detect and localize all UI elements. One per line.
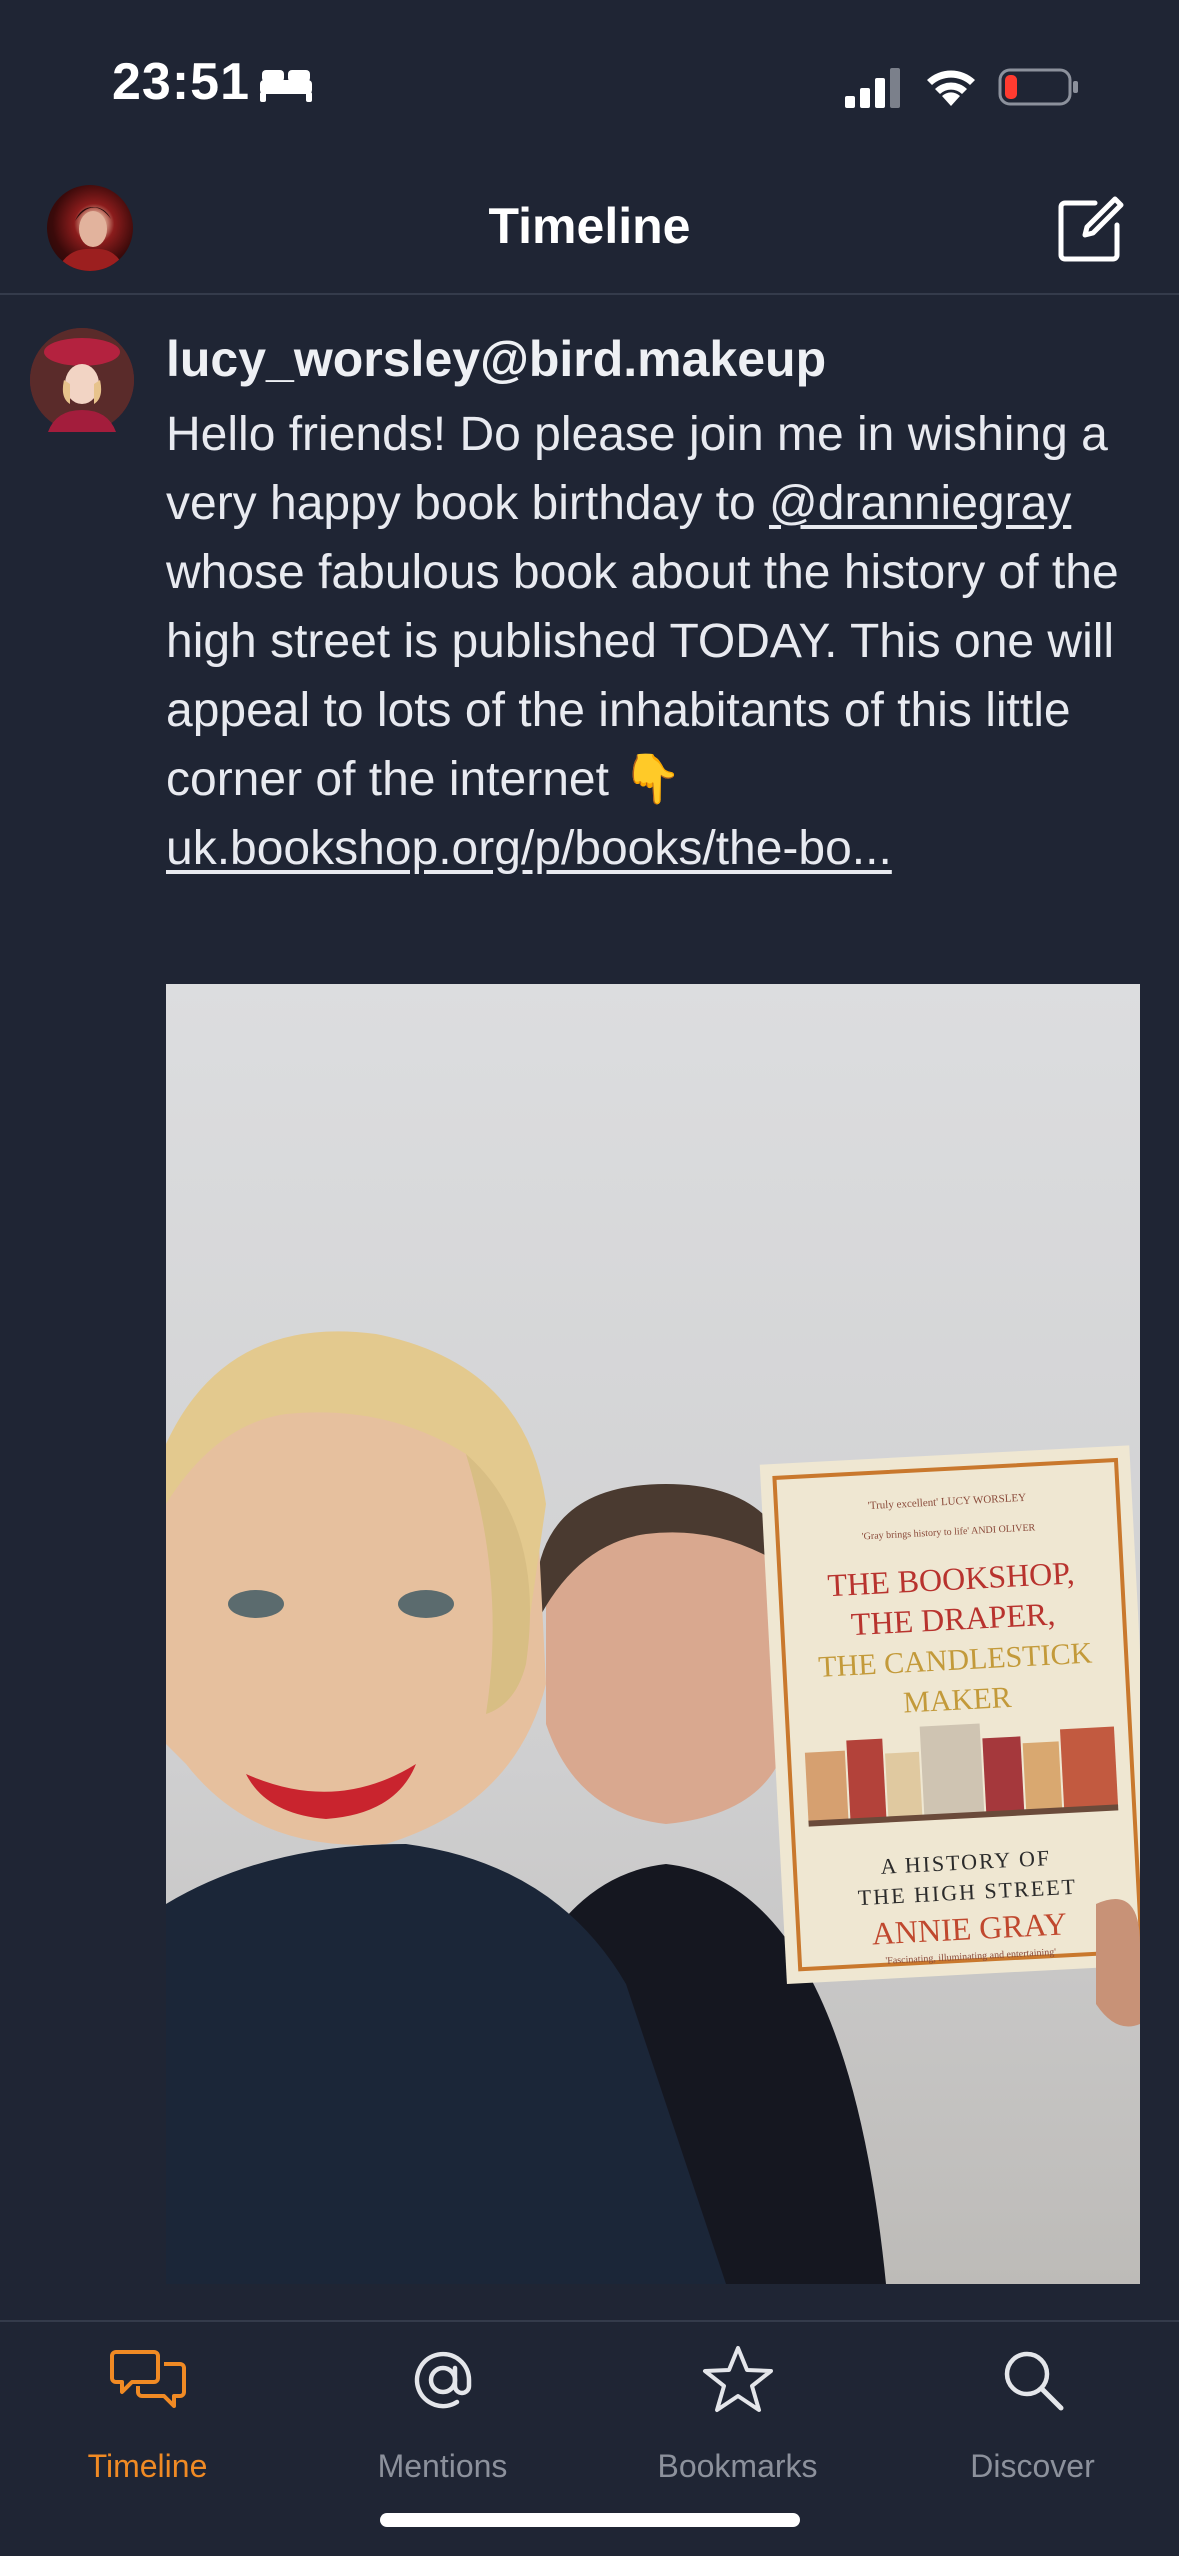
home-indicator[interactable] <box>380 2513 800 2527</box>
compose-icon[interactable] <box>1055 195 1125 265</box>
tab-bookmarks[interactable]: Bookmarks <box>590 2322 885 2502</box>
page-title: Timeline <box>488 198 691 254</box>
post-author-handle[interactable]: lucy_worsley@bird.makeup <box>166 330 826 388</box>
tab-label: Bookmarks <box>657 2448 818 2484</box>
battery-low-icon <box>998 68 1078 106</box>
star-icon <box>703 2346 773 2412</box>
wifi-icon <box>927 70 975 106</box>
post-body: Hello friends! Do please join me in wish… <box>166 400 1156 883</box>
screen: 23:51 Timeline lucy_worsley@bird.makeup … <box>0 0 1179 2556</box>
post-image[interactable]: 'Truly excellent' LUCY WORSLEY 'Gray bri… <box>166 984 1140 2284</box>
cellular-signal-icon <box>845 68 900 108</box>
search-icon <box>1004 2351 1064 2411</box>
photo-illustration: 'Truly excellent' LUCY WORSLEY 'Gray bri… <box>166 984 1140 2284</box>
bed-icon <box>260 70 312 102</box>
status-time: 23:51 <box>112 53 250 111</box>
tab-timeline[interactable]: Timeline <box>0 2322 295 2502</box>
post-author-avatar[interactable] <box>30 328 134 432</box>
at-sign-icon <box>414 2351 472 2409</box>
nav-bar: Timeline <box>0 175 1179 295</box>
mention-link[interactable]: @dranniegray <box>769 477 1071 530</box>
tab-label: Timeline <box>87 2448 208 2484</box>
tab-mentions[interactable]: Mentions <box>295 2322 590 2502</box>
status-bar: 23:51 <box>0 0 1179 175</box>
tab-label: Discover <box>970 2448 1095 2484</box>
post-url-link[interactable]: uk.bookshop.org/p/books/the-bo... <box>166 814 1156 883</box>
book-title-line: MAKER <box>902 1681 1012 1720</box>
chat-bubbles-icon <box>110 2350 186 2408</box>
post-text-part: whose fabulous book about the history of… <box>166 546 1119 806</box>
tab-label: Mentions <box>377 2448 508 2484</box>
tab-discover[interactable]: Discover <box>885 2322 1179 2502</box>
